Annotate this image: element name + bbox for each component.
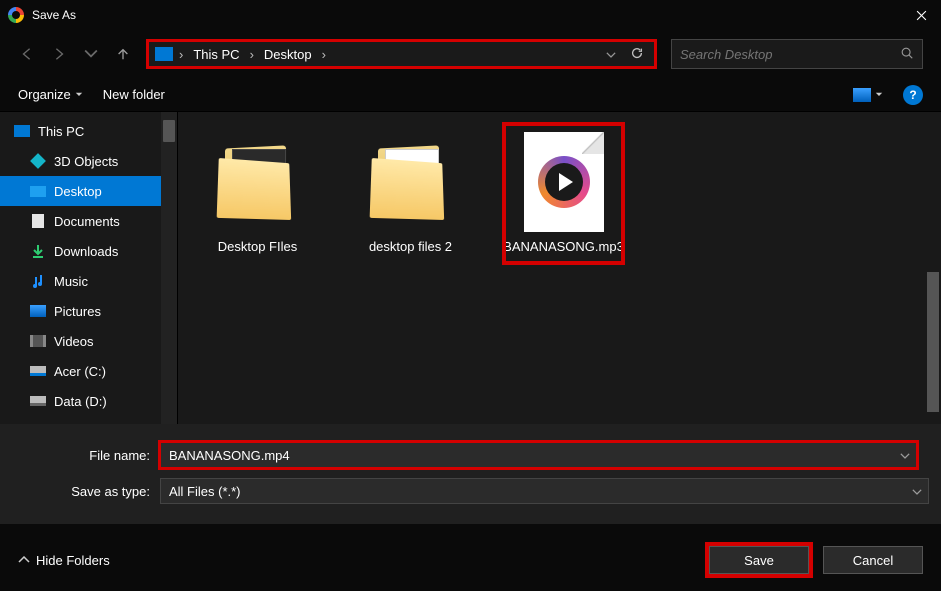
sidebar-item-label: Pictures	[54, 304, 101, 319]
scroll-thumb[interactable]	[163, 120, 175, 142]
search-icon	[900, 46, 914, 63]
organize-label: Organize	[18, 87, 71, 102]
forward-button[interactable]	[50, 45, 68, 63]
arrow-up-icon	[116, 47, 130, 61]
nav-bar: › This PC › Desktop ›	[0, 30, 941, 78]
view-menu[interactable]	[853, 84, 883, 106]
new-folder-button[interactable]: New folder	[103, 87, 165, 102]
sidebar-item-downloads[interactable]: Downloads	[0, 236, 177, 266]
sidebar-item-acer-c[interactable]: Acer (C:)	[0, 356, 177, 386]
sidebar-item-label: Desktop	[54, 184, 102, 199]
refresh-button[interactable]	[626, 46, 648, 63]
recent-dropdown[interactable]	[82, 45, 100, 63]
sidebar-root-thispc[interactable]: This PC	[0, 116, 177, 146]
chevron-down-icon	[606, 52, 616, 59]
sidebar-item-music[interactable]: Music	[0, 266, 177, 296]
organize-menu[interactable]: Organize	[18, 87, 83, 102]
chevron-right-icon: ›	[250, 47, 254, 62]
sidebar-item-label: Documents	[54, 214, 120, 229]
sidebar-item-label: 3D Objects	[54, 154, 118, 169]
save-button[interactable]: Save	[709, 546, 809, 574]
help-icon: ?	[909, 88, 916, 102]
downloads-icon	[30, 244, 46, 258]
scroll-thumb[interactable]	[927, 272, 939, 412]
cancel-button[interactable]: Cancel	[823, 546, 923, 574]
file-label: desktop files 2	[369, 238, 452, 255]
sidebar-item-label: Music	[54, 274, 88, 289]
picture-icon	[853, 88, 871, 102]
file-item-folder[interactable]: Desktop FIles	[200, 126, 315, 261]
chevron-down-icon	[84, 47, 98, 61]
audio-file-icon	[524, 132, 604, 232]
filearea-scrollbar[interactable]	[925, 112, 941, 424]
filetype-value: All Files (*.*)	[169, 484, 241, 499]
sidebar-item-label: Acer (C:)	[54, 364, 106, 379]
breadcrumb-thispc[interactable]: This PC	[189, 45, 243, 64]
chevron-right-icon: ›	[322, 47, 326, 62]
file-area[interactable]: Desktop FIles desktop files 2 BANANASONG…	[178, 112, 941, 424]
sidebar-root-label: This PC	[38, 124, 84, 139]
sidebar-scrollbar[interactable]	[161, 112, 177, 424]
file-item-folder[interactable]: desktop files 2	[353, 126, 468, 261]
videos-icon	[30, 334, 46, 348]
chevron-up-icon	[18, 556, 30, 564]
footer: Hide Folders Save Cancel	[0, 524, 941, 586]
caret-down-icon	[75, 92, 83, 97]
folder-icon	[218, 143, 298, 221]
music-icon	[30, 274, 46, 288]
filetype-combobox[interactable]: All Files (*.*)	[160, 478, 929, 504]
sidebar-item-pictures[interactable]: Pictures	[0, 296, 177, 326]
arrow-right-icon	[52, 47, 66, 61]
folder-icon	[371, 143, 451, 221]
search-box[interactable]	[671, 39, 923, 69]
search-input[interactable]	[680, 47, 894, 62]
close-icon	[916, 10, 927, 21]
sidebar: This PC 3D Objects Desktop Documents Dow…	[0, 112, 178, 424]
window-title: Save As	[32, 8, 909, 22]
hide-folders-label: Hide Folders	[36, 553, 110, 568]
new-folder-label: New folder	[103, 87, 165, 102]
form-section: File name: Save as type: All Files (*.*)	[0, 424, 941, 524]
file-label: Desktop FIles	[218, 238, 297, 255]
refresh-icon	[630, 46, 644, 60]
address-history-dropdown[interactable]	[602, 47, 620, 62]
desktop-icon	[30, 184, 46, 198]
address-bar[interactable]: › This PC › Desktop ›	[146, 39, 657, 69]
toolbar: Organize New folder ?	[0, 78, 941, 112]
sidebar-item-3dobjects[interactable]: 3D Objects	[0, 146, 177, 176]
back-button[interactable]	[18, 45, 36, 63]
arrow-left-icon	[20, 47, 34, 61]
sidebar-item-videos[interactable]: Videos	[0, 326, 177, 356]
3d-icon	[30, 154, 46, 168]
hide-folders-button[interactable]: Hide Folders	[18, 553, 110, 568]
drive-icon	[30, 394, 46, 408]
filename-combobox[interactable]	[160, 442, 917, 468]
file-label: BANANASONG.mp3	[503, 238, 624, 255]
title-bar: Save As	[0, 0, 941, 30]
sidebar-item-data-d[interactable]: Data (D:)	[0, 386, 177, 416]
up-button[interactable]	[114, 45, 132, 63]
dropdown-arrow[interactable]	[912, 484, 922, 499]
filename-input[interactable]	[169, 448, 908, 463]
sidebar-item-label: Data (D:)	[54, 394, 107, 409]
documents-icon	[30, 214, 46, 228]
caret-down-icon	[875, 92, 883, 97]
app-icon	[8, 7, 24, 23]
filename-label: File name:	[12, 448, 160, 463]
breadcrumb-desktop[interactable]: Desktop	[260, 45, 316, 64]
close-button[interactable]	[901, 0, 941, 30]
monitor-icon	[155, 47, 173, 61]
sidebar-item-label: Videos	[54, 334, 94, 349]
file-item-mp3[interactable]: BANANASONG.mp3	[506, 126, 621, 261]
sidebar-item-label: Downloads	[54, 244, 118, 259]
monitor-icon	[14, 124, 30, 138]
dropdown-arrow[interactable]	[900, 448, 910, 463]
help-button[interactable]: ?	[903, 85, 923, 105]
sidebar-item-desktop[interactable]: Desktop	[0, 176, 177, 206]
drive-icon	[30, 364, 46, 378]
chevron-right-icon: ›	[179, 47, 183, 62]
sidebar-item-documents[interactable]: Documents	[0, 206, 177, 236]
filetype-label: Save as type:	[12, 484, 160, 499]
pictures-icon	[30, 304, 46, 318]
